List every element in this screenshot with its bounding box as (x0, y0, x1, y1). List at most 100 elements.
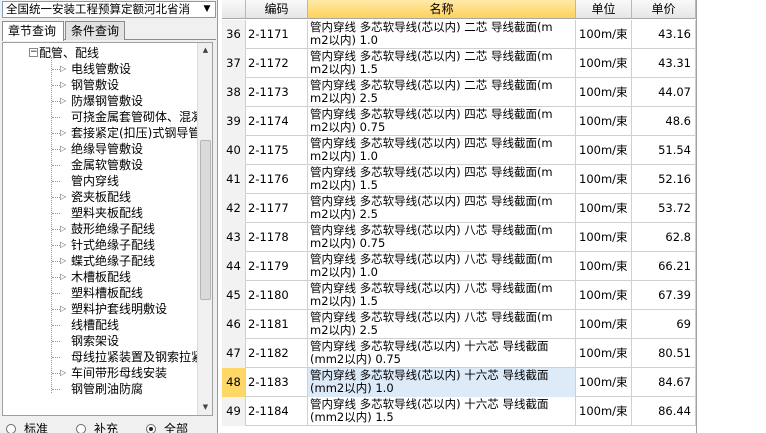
price-cell[interactable]: 69 (632, 310, 696, 339)
radio-standard-dot[interactable] (6, 423, 16, 433)
tree-node[interactable]: 防爆钢管敷设 (71, 93, 143, 109)
code-cell[interactable]: 2-1181 (246, 310, 308, 339)
table-row[interactable]: 45 2-1180 管内穿线 多芯软导线(芯以内) 八芯 导线截面(m m2以内) 1… (222, 281, 696, 310)
column-header-price[interactable]: 单价 (632, 0, 696, 19)
price-cell[interactable]: 52.16 (632, 165, 696, 194)
unit-cell[interactable]: 100m/束 (576, 397, 632, 426)
tree-node[interactable]: 塑料夹板配线 (71, 205, 143, 221)
table-row[interactable]: 43 2-1178 管内穿线 多芯软导线(芯以内) 八芯 导线截面(m m2以内) 0… (222, 223, 696, 252)
price-cell[interactable]: 66.21 (632, 252, 696, 281)
row-number-cell[interactable]: 46 (222, 310, 246, 339)
code-cell[interactable]: 2-1178 (246, 223, 308, 252)
price-cell[interactable]: 48.6 (632, 107, 696, 136)
scroll-thumb[interactable] (200, 140, 211, 300)
tree-node[interactable]: 绝缘导管敷设 (71, 141, 143, 157)
tree-node[interactable]: 塑料护套线明敷设 (71, 301, 167, 317)
radio-all-dot[interactable] (146, 423, 156, 433)
tree-node[interactable]: 蝶式绝缘子配线 (71, 253, 155, 269)
tree-node[interactable]: 电线管敷设 (71, 61, 131, 77)
row-number-cell[interactable]: 49 (222, 397, 246, 426)
scroll-up-arrow-icon[interactable]: ▲ (198, 43, 212, 58)
code-cell[interactable]: 2-1171 (246, 20, 308, 49)
price-cell[interactable]: 67.39 (632, 281, 696, 310)
price-cell[interactable]: 43.31 (632, 49, 696, 78)
unit-cell[interactable]: 100m/束 (576, 368, 632, 397)
code-cell[interactable]: 2-1175 (246, 136, 308, 165)
name-cell[interactable]: 管内穿线 多芯软导线(芯以内) 四芯 导线截面(m m2以内) 0.75 (308, 107, 576, 136)
row-number-cell[interactable]: 42 (222, 194, 246, 223)
price-cell[interactable]: 51.54 (632, 136, 696, 165)
expand-arrow-icon[interactable]: ▷ (60, 129, 68, 137)
tree-node[interactable]: 钢索架设 (71, 333, 119, 349)
unit-cell[interactable]: 100m/束 (576, 165, 632, 194)
expand-arrow-icon[interactable]: ▷ (60, 257, 68, 265)
tree-node[interactable]: 金属软管敷设 (71, 157, 143, 173)
expand-arrow-icon[interactable]: ▷ (60, 369, 68, 377)
unit-cell[interactable]: 100m/束 (576, 223, 632, 252)
unit-cell[interactable]: 100m/束 (576, 252, 632, 281)
column-header-name[interactable]: 名称 (308, 0, 576, 19)
price-cell[interactable]: 44.07 (632, 78, 696, 107)
radio-all[interactable]: 全部 (146, 420, 188, 433)
code-cell[interactable]: 2-1177 (246, 194, 308, 223)
row-number-cell[interactable]: 45 (222, 281, 246, 310)
collapse-toggle-icon[interactable]: − (29, 48, 38, 57)
chevron-down-icon[interactable]: ▼ (201, 2, 213, 17)
column-header-code[interactable]: 编码 (246, 0, 308, 19)
row-number-cell[interactable]: 44 (222, 252, 246, 281)
name-cell[interactable]: 管内穿线 多芯软导线(芯以内) 四芯 导线截面(m m2以内) 1.0 (308, 136, 576, 165)
name-cell[interactable]: 管内穿线 多芯软导线(芯以内) 十六芯 导线截面 (mm2以内) 0.75 (308, 339, 576, 368)
radio-supplement[interactable]: 补充 (76, 420, 118, 433)
row-number-cell[interactable]: 41 (222, 165, 246, 194)
expand-arrow-icon[interactable]: ▷ (60, 65, 68, 73)
table-row[interactable]: 41 2-1176 管内穿线 多芯软导线(芯以内) 四芯 导线截面(m m2以内) 1… (222, 165, 696, 194)
table-row[interactable]: 49 2-1184 管内穿线 多芯软导线(芯以内) 十六芯 导线截面 (mm2以内) … (222, 397, 696, 426)
code-cell[interactable]: 2-1176 (246, 165, 308, 194)
code-cell[interactable]: 2-1173 (246, 78, 308, 107)
table-row[interactable]: 39 2-1174 管内穿线 多芯软导线(芯以内) 四芯 导线截面(m m2以内) 0… (222, 107, 696, 136)
row-number-cell[interactable]: 38 (222, 78, 246, 107)
tree-node[interactable]: 木槽板配线 (71, 269, 131, 285)
unit-cell[interactable]: 100m/束 (576, 310, 632, 339)
expand-arrow-icon[interactable]: ▷ (60, 145, 68, 153)
expand-arrow-icon[interactable]: ▷ (60, 193, 68, 201)
unit-cell[interactable]: 100m/束 (576, 281, 632, 310)
tree-node[interactable]: 线槽配线 (71, 317, 119, 333)
price-cell[interactable]: 84.67 (632, 368, 696, 397)
row-number-cell[interactable]: 36 (222, 20, 246, 49)
unit-cell[interactable]: 100m/束 (576, 107, 632, 136)
code-cell[interactable]: 2-1180 (246, 281, 308, 310)
tree-node[interactable]: 钢管刷油防腐 (71, 381, 143, 397)
unit-cell[interactable]: 100m/束 (576, 136, 632, 165)
radio-standard[interactable]: 标准 (6, 420, 48, 433)
tree-node[interactable]: 塑料槽板配线 (71, 285, 143, 301)
unit-cell[interactable]: 100m/束 (576, 20, 632, 49)
tree-vertical-scrollbar[interactable]: ▲ ▼ (197, 43, 212, 415)
name-cell[interactable]: 管内穿线 多芯软导线(芯以内) 八芯 导线截面(m m2以内) 0.75 (308, 223, 576, 252)
tree-node[interactable]: 车间带形母线安装 (71, 365, 167, 381)
quota-library-select[interactable]: 全国统一安装工程预算定额河北省消 ▼ (2, 1, 216, 18)
price-cell[interactable]: 43.16 (632, 20, 696, 49)
name-cell[interactable]: 管内穿线 多芯软导线(芯以内) 八芯 导线截面(m m2以内) 2.5 (308, 310, 576, 339)
name-cell[interactable]: 管内穿线 多芯软导线(芯以内) 二芯 导线截面(m m2以内) 2.5 (308, 78, 576, 107)
price-cell[interactable]: 53.72 (632, 194, 696, 223)
scroll-down-arrow-icon[interactable]: ▼ (198, 400, 212, 415)
tab-condition-query[interactable]: 条件查询 (65, 21, 125, 40)
table-row[interactable]: 37 2-1172 管内穿线 多芯软导线(芯以内) 二芯 导线截面(m m2以内) 1… (222, 49, 696, 78)
expand-arrow-icon[interactable]: ▷ (60, 273, 68, 281)
row-number-cell[interactable]: 37 (222, 49, 246, 78)
tree-node[interactable]: 管内穿线 (71, 173, 119, 189)
tree-node[interactable]: 套接紧定(扣压)式钢导管 (71, 125, 200, 141)
row-number-cell[interactable]: 48 (222, 368, 246, 397)
unit-cell[interactable]: 100m/束 (576, 194, 632, 223)
tree-node[interactable]: 鼓形绝缘子配线 (71, 221, 155, 237)
table-row[interactable]: 42 2-1177 管内穿线 多芯软导线(芯以内) 四芯 导线截面(m m2以内) 2… (222, 194, 696, 223)
tree-node[interactable]: 母线拉紧装置及钢索拉紧 (71, 349, 203, 365)
name-cell[interactable]: 管内穿线 多芯软导线(芯以内) 八芯 导线截面(m m2以内) 1.0 (308, 252, 576, 281)
table-row[interactable]: 46 2-1181 管内穿线 多芯软导线(芯以内) 八芯 导线截面(m m2以内) 2… (222, 310, 696, 339)
radio-supplement-dot[interactable] (76, 423, 86, 433)
column-header-unit[interactable]: 单位 (576, 0, 632, 19)
tree-node[interactable]: 可挠金属套管砌体、混凝 (71, 109, 203, 125)
tree-node-root[interactable]: 配管、配线 (39, 45, 99, 61)
expand-arrow-icon[interactable]: ▷ (60, 241, 68, 249)
